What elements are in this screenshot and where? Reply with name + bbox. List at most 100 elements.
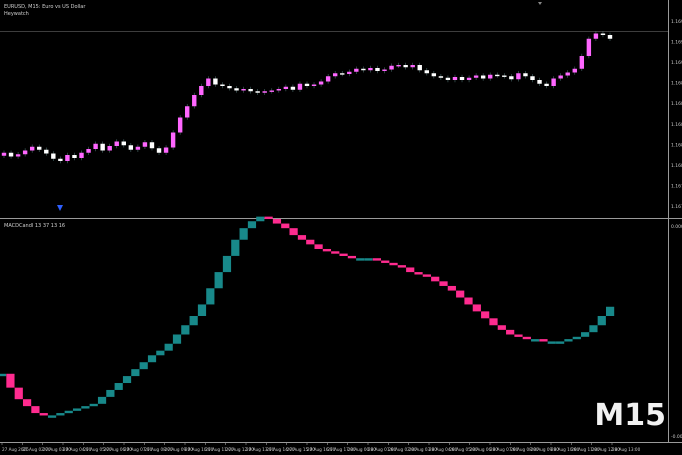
candle-body [142, 142, 148, 147]
macd-histogram-bar [239, 228, 248, 240]
macd-histogram-bar [31, 406, 40, 414]
candle-body [51, 153, 56, 159]
macd-histogram-bar [372, 258, 381, 261]
macd-histogram-bar [6, 373, 15, 388]
macd-histogram-bar [256, 216, 265, 222]
price-tick-label: 1.1695 [671, 19, 682, 25]
macd-histogram-bar [356, 258, 365, 261]
candle-body [530, 76, 535, 80]
candle-body [558, 75, 563, 79]
candle-body [170, 132, 176, 148]
candle-body [332, 73, 338, 77]
macd-histogram-bar [181, 325, 190, 335]
macd-histogram-bar [247, 221, 257, 229]
macd-histogram-bar [122, 376, 132, 384]
candle-body [177, 117, 183, 133]
candle-body [424, 70, 429, 74]
macd-histogram-bar [231, 239, 240, 256]
macd-histogram-bar [522, 336, 531, 340]
macd-histogram-bar [339, 253, 348, 256]
candle-body [163, 147, 169, 153]
candle-body [410, 65, 415, 68]
macd-histogram-bar [39, 413, 48, 416]
candle-body [192, 95, 197, 107]
macd-histogram-bar [381, 260, 390, 263]
symbol-title: EURUSD, M15: Euro vs US Dollar [4, 4, 86, 10]
candle-body [255, 91, 260, 93]
mt-chart-window[interactable]: 1.1695 1.1693 1.1691 1.1689 1.1687 1.1685 1.16… [0, 0, 682, 455]
macd-histogram-bar [314, 244, 323, 249]
candle-body [551, 78, 556, 86]
candle-body [607, 35, 613, 39]
candle-body [149, 142, 155, 149]
macd-histogram-bar [464, 297, 473, 305]
candle-body [382, 69, 387, 71]
candle-body [565, 72, 570, 76]
macd-histogram-bar [556, 341, 565, 344]
price-tick-label: 1.1683 [671, 142, 682, 148]
candle-body [135, 146, 141, 150]
candle-body [213, 78, 218, 85]
macd-histogram-bar [497, 325, 506, 330]
macd-histogram-bar [447, 285, 456, 291]
macd-histogram-bar [531, 339, 540, 342]
candle-body [100, 143, 105, 151]
indicator-label: Heywatch [4, 11, 29, 17]
macd-histogram-bar [547, 341, 556, 344]
macd-histogram-bar [64, 410, 73, 414]
candle-body [375, 68, 380, 71]
macd-histogram-bar [147, 355, 157, 363]
timeframe-badge: M15 [594, 398, 666, 433]
candle-body [572, 68, 577, 73]
price-tick-label: 1.1691 [671, 60, 682, 66]
candle-body [452, 77, 458, 80]
macd-histogram-bar [322, 248, 332, 252]
candle-body [22, 150, 28, 155]
candle-body [290, 86, 296, 90]
macd-histogram-bar [331, 251, 340, 254]
candle-body [72, 155, 77, 158]
macd-histogram-bar [289, 228, 298, 236]
candle-body [44, 149, 49, 154]
candle-body [361, 68, 366, 71]
macd-histogram-bar [72, 408, 82, 411]
candle-body [8, 152, 14, 157]
candle-body [325, 76, 331, 82]
candle-body [523, 73, 528, 77]
macd-histogram-bar [456, 290, 465, 298]
candle-body [269, 90, 274, 92]
macd-histogram-bar [514, 334, 523, 337]
candle-body [276, 89, 282, 91]
candle-body [368, 68, 373, 71]
macd-histogram-bar [264, 216, 273, 220]
macd-histogram-bar [306, 239, 315, 245]
macd-histogram-bar [431, 276, 440, 282]
candle-body [93, 143, 98, 149]
candle-body [248, 89, 253, 92]
candle-body [579, 56, 585, 69]
macd-tick-label: 0.000396 [671, 224, 682, 230]
macd-histogram-bar [406, 267, 415, 273]
candle-body [537, 80, 542, 84]
candle-body [340, 73, 345, 75]
macd-histogram-bar [481, 311, 490, 319]
candle-body [516, 73, 521, 80]
candle-body [502, 75, 507, 77]
macd-histogram-bar [114, 383, 123, 390]
candle-body [15, 154, 21, 157]
candle-body [466, 77, 472, 80]
macd-histogram-bar [131, 369, 140, 377]
price-chart-svg[interactable]: 1.1695 1.1693 1.1691 1.1689 1.1687 1.1685 1.16… [0, 0, 682, 455]
candle-body [445, 77, 451, 80]
macd-histogram-bar [347, 255, 357, 259]
macd-indicator-label: MACDCandl 13 37 13 16 [4, 223, 66, 229]
macd-histogram-bar [589, 325, 598, 333]
candle-body [37, 146, 42, 150]
candle-body [396, 65, 401, 67]
candle-body [1, 152, 7, 156]
macd-histogram-bar [606, 306, 615, 316]
macd-histogram-bar [297, 235, 307, 240]
macd-histogram-bar [472, 304, 481, 312]
macd-histogram-bar [14, 387, 23, 400]
macd-histogram-bar [106, 389, 115, 397]
